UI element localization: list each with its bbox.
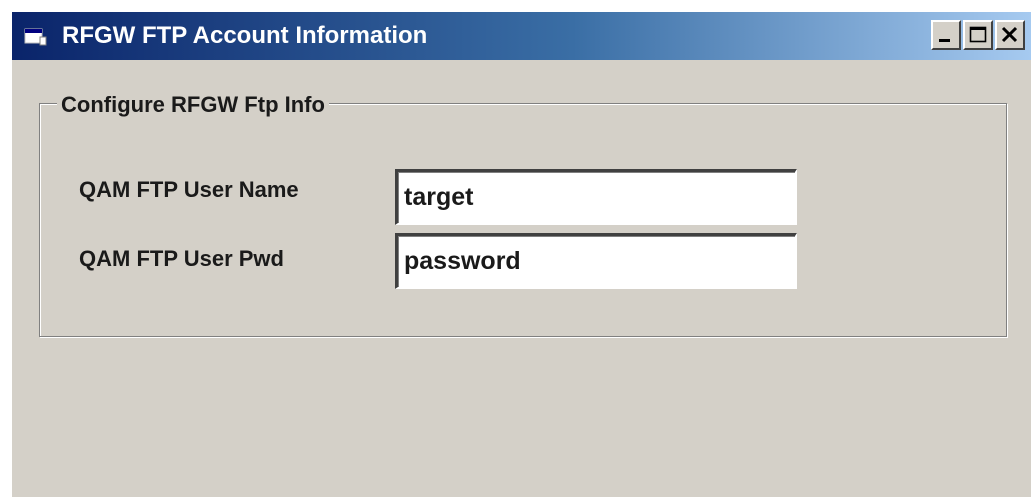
ftp-account-window: RFGW FTP Account Information Configure R… [10,10,1031,497]
qam-ftp-user-name-input[interactable] [395,169,797,225]
qam-ftp-user-pwd-input[interactable] [395,233,797,289]
window-title: RFGW FTP Account Information [62,22,428,49]
title-bar[interactable]: RFGW FTP Account Information [12,12,1031,60]
window-controls [929,20,1025,50]
groupbox-legend: Configure RFGW Ftp Info [57,92,329,118]
maximize-button[interactable] [963,20,993,50]
minimize-button[interactable] [931,20,961,50]
close-button[interactable] [995,20,1025,50]
app-window-icon[interactable] [24,27,48,47]
qam-ftp-user-pwd-label: QAM FTP User Pwd [79,246,284,271]
qam-ftp-user-name-label: QAM FTP User Name [79,177,299,202]
